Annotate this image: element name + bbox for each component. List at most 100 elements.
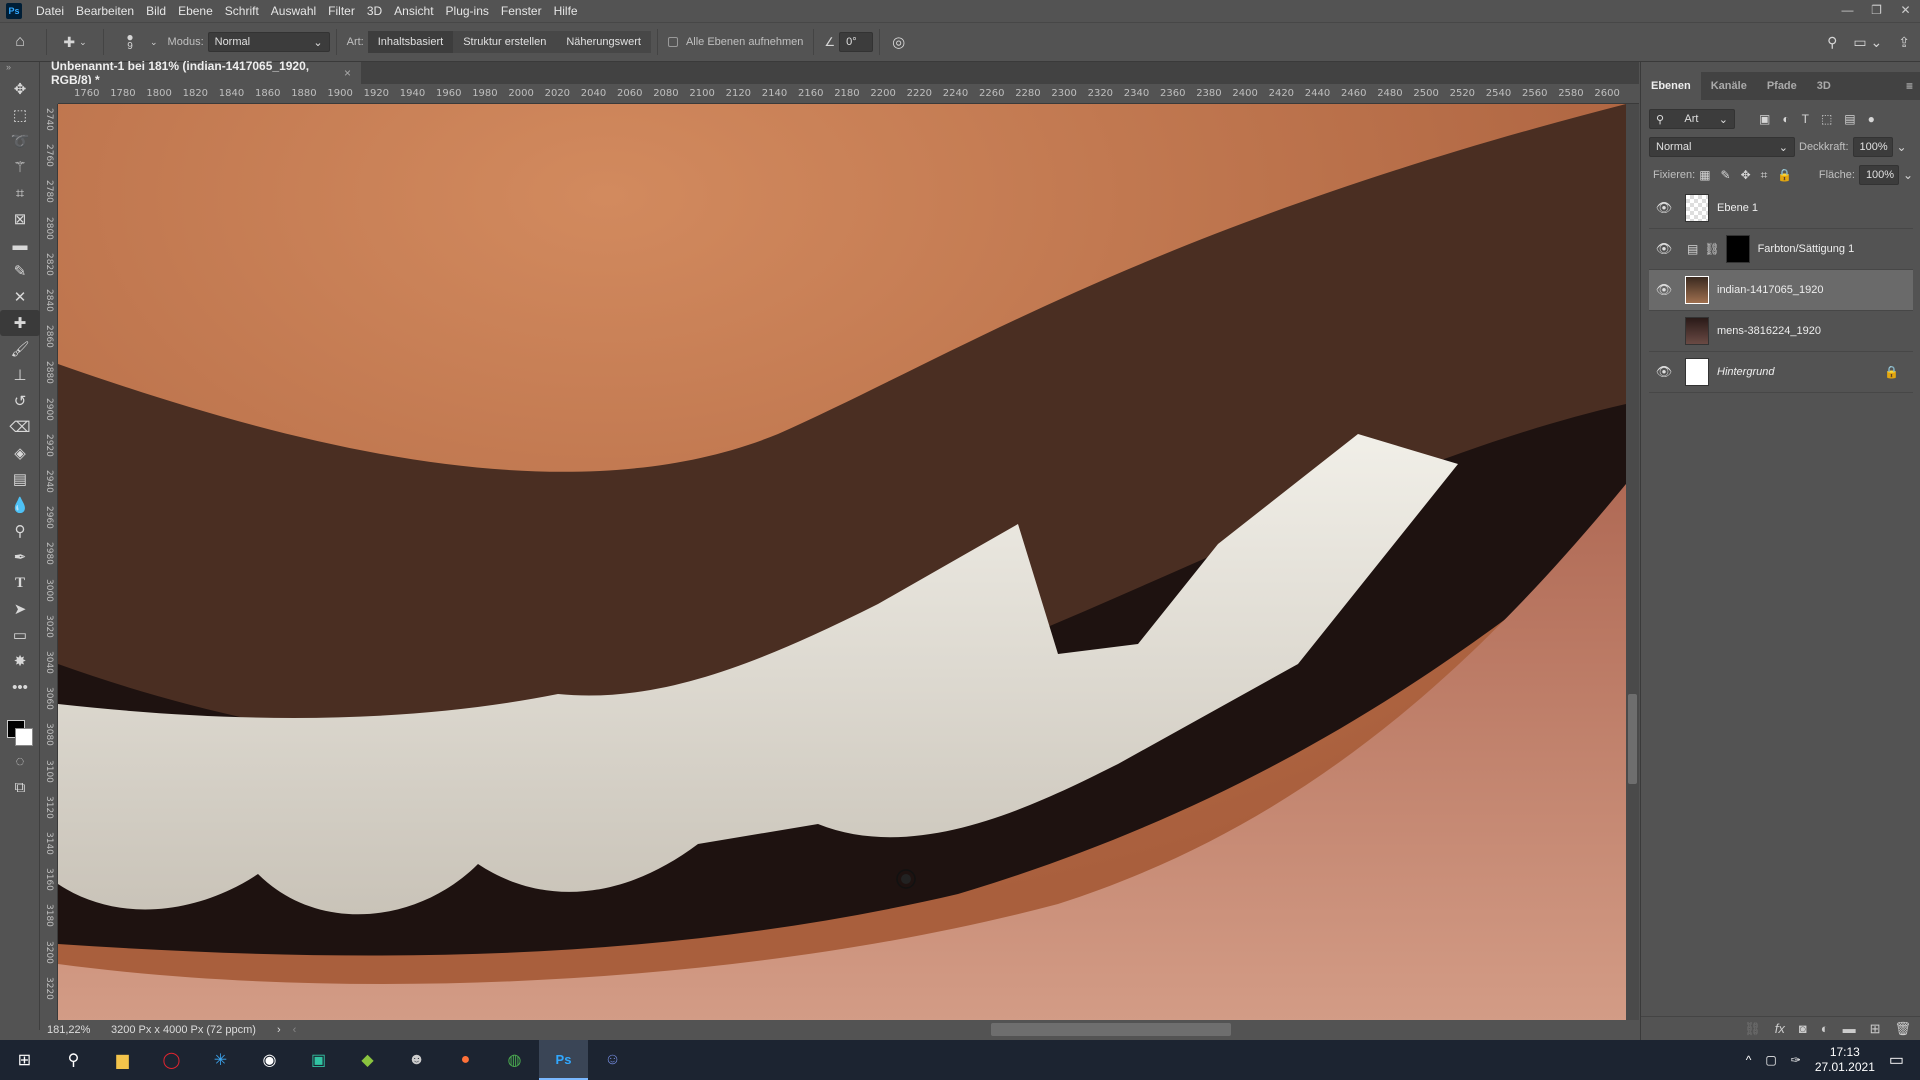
brush-size-picker[interactable]: ● 9 — [110, 31, 150, 52]
menu-datei[interactable]: Datei — [30, 4, 70, 18]
brush-tool-icon[interactable]: 🖌 — [0, 336, 40, 362]
filter-adjustment-icon[interactable]: ◐ — [1782, 112, 1789, 126]
canvas[interactable] — [58, 104, 1626, 1020]
battle-net-icon[interactable]: ✳ — [196, 1040, 245, 1080]
adjustment-icon[interactable]: ◐ — [1821, 1021, 1829, 1036]
zoom-level[interactable]: 181,22% — [41, 1024, 101, 1036]
menu-fenster[interactable]: Fenster — [495, 4, 548, 18]
fill-input[interactable]: 100% — [1858, 165, 1899, 185]
streamlabs-icon[interactable]: ▣ — [294, 1040, 343, 1080]
lock-pixels-icon[interactable]: ✎ — [1721, 168, 1731, 183]
move-tool-icon[interactable]: ✥ — [0, 76, 40, 102]
frame-tool-icon[interactable]: ⊠ — [0, 206, 40, 232]
layer-row[interactable]: 👁 ▤ ⛓ Farbton/Sättigung 1 — [1649, 229, 1913, 270]
document-tab[interactable]: Unbenannt-1 bei 181% (indian-1417065_192… — [41, 59, 361, 87]
more-tools-icon[interactable]: ••• — [0, 674, 40, 700]
spot-healing-brush-tool-icon[interactable]: ✚ — [0, 310, 40, 336]
filter-toggle[interactable]: ● — [1868, 112, 1875, 126]
menu-filter[interactable]: Filter — [322, 4, 361, 18]
vertical-scroll-thumb[interactable] — [1628, 694, 1637, 784]
lasso-tool-icon[interactable]: ➰ — [0, 128, 40, 154]
filter-type-icon[interactable]: T — [1802, 112, 1809, 126]
quick-mask-icon[interactable]: ◌ — [0, 748, 40, 774]
mask-link-icon[interactable]: ⛓ — [1704, 242, 1719, 256]
new-layer-icon[interactable]: ⊞ — [1870, 1021, 1881, 1037]
tool-preset-picker[interactable]: ✚ ⌄ — [53, 34, 97, 51]
meet-now-icon[interactable]: ▢ — [1765, 1053, 1776, 1067]
close-tab-icon[interactable]: × — [344, 66, 351, 80]
tab-3d[interactable]: 3D — [1807, 72, 1841, 100]
clone-stamp-tool-icon[interactable]: ⊥ — [0, 362, 40, 388]
chevron-down-icon[interactable]: ⌄ — [1903, 168, 1913, 182]
lock-artboard-icon[interactable]: ⌗ — [1761, 168, 1768, 183]
pressure-icon[interactable]: ◎ — [892, 33, 905, 51]
fx-icon[interactable]: fx — [1775, 1021, 1785, 1036]
lock-transparent-icon[interactable]: ▦ — [1699, 168, 1710, 183]
filter-shape-icon[interactable]: ⬚ — [1821, 112, 1832, 126]
file-explorer-icon[interactable]: ▆ — [98, 1040, 147, 1080]
share-icon[interactable]: ⇪ — [1898, 34, 1910, 51]
chevron-down-icon[interactable]: ⌄ — [1897, 140, 1907, 154]
voicemod-icon[interactable]: ☻ — [392, 1040, 441, 1080]
lock-all-icon[interactable]: 🔒 — [1777, 168, 1792, 183]
pen-icon[interactable]: ✑ — [1791, 1053, 1801, 1067]
ruler-tool-icon[interactable]: ▬ — [0, 232, 40, 258]
type-tool-icon[interactable]: T — [0, 570, 40, 596]
new-group-icon[interactable]: ▬ — [1843, 1021, 1856, 1036]
scroll-left-icon[interactable]: ‹ — [293, 1024, 297, 1036]
opacity-input[interactable]: 100% — [1852, 137, 1893, 157]
marquee-tool-icon[interactable]: ⬚ — [0, 102, 40, 128]
menu-ebene[interactable]: Ebene — [172, 4, 219, 18]
layer-row-selected[interactable]: 👁 indian-1417065_1920 — [1649, 270, 1913, 311]
status-expand-icon[interactable]: › — [277, 1024, 281, 1036]
minimize-button[interactable]: — — [1833, 0, 1862, 20]
gradient-tool-icon[interactable]: ▤ — [0, 466, 40, 492]
eyedropper-tool-icon[interactable]: ✎ — [0, 258, 40, 284]
tray-overflow-icon[interactable]: ^ — [1746, 1053, 1752, 1067]
visibility-eye-icon[interactable]: 👁 — [1649, 200, 1679, 216]
filter-smart-object-icon[interactable]: ▤ — [1844, 112, 1855, 126]
home-icon[interactable]: ⌂ — [0, 33, 40, 51]
color-swatches[interactable] — [0, 700, 39, 748]
chevron-down-icon[interactable]: ⌄ — [150, 37, 158, 48]
discord-icon[interactable]: ☺ — [588, 1040, 637, 1080]
menu-bearbeiten[interactable]: Bearbeiten — [70, 4, 140, 18]
angle-input[interactable]: 0° — [839, 32, 874, 52]
menu-auswahl[interactable]: Auswahl — [265, 4, 322, 18]
tab-ebenen[interactable]: Ebenen — [1641, 72, 1701, 100]
layer-row[interactable]: mens-3816224_1920 — [1649, 311, 1913, 352]
panel-menu-icon[interactable]: ≡ — [1906, 72, 1920, 100]
path-selection-tool-icon[interactable]: ➤ — [0, 596, 40, 622]
paint-bucket-tool-icon[interactable]: ◈ — [0, 440, 40, 466]
content-aware-move-tool-icon[interactable]: ✕ — [0, 284, 40, 310]
proximity-match-button[interactable]: Näherungswert — [556, 31, 651, 53]
restore-button[interactable]: ❐ — [1862, 0, 1891, 20]
blur-tool-icon[interactable]: 💧 — [0, 492, 40, 518]
content-aware-button[interactable]: Inhaltsbasiert — [367, 31, 454, 53]
clock[interactable]: 17:13 27.01.2021 — [1815, 1045, 1875, 1075]
dodge-tool-icon[interactable]: ⚲ — [0, 518, 40, 544]
magic-wand-tool-icon[interactable]: ⚚ — [0, 154, 40, 180]
horizontal-scroll-thumb[interactable] — [991, 1023, 1231, 1036]
firefox-icon[interactable]: ● — [441, 1040, 490, 1080]
search-icon[interactable]: ⚲ — [49, 1040, 98, 1080]
filter-pixel-icon[interactable]: ▣ — [1759, 112, 1770, 126]
delete-layer-icon[interactable]: 🗑 — [1894, 1021, 1911, 1037]
create-texture-button[interactable]: Struktur erstellen — [453, 31, 557, 53]
menu-bild[interactable]: Bild — [140, 4, 172, 18]
collapse-icon[interactable]: » — [0, 62, 39, 76]
menu-3d[interactable]: 3D — [361, 4, 388, 18]
workspace-icon[interactable]: ▭ ⌄ — [1853, 34, 1882, 51]
menu-plugins[interactable]: Plug-ins — [440, 4, 495, 18]
photoshop-taskbar-icon[interactable]: Ps — [539, 1040, 588, 1080]
menu-ansicht[interactable]: Ansicht — [388, 4, 439, 18]
bluestacks-icon[interactable]: ◆ — [343, 1040, 392, 1080]
search-icon[interactable]: ⚲ — [1827, 34, 1837, 51]
opera-icon[interactable]: ◯ — [147, 1040, 196, 1080]
lock-position-icon[interactable]: ✥ — [1741, 168, 1751, 183]
menu-schrift[interactable]: Schrift — [219, 4, 265, 18]
visibility-eye-icon[interactable]: 👁 — [1649, 364, 1679, 380]
mode-select[interactable]: Normal ⌄ — [207, 32, 330, 52]
screen-mode-icon[interactable]: ⧉ — [0, 774, 40, 800]
rectangle-tool-icon[interactable]: ▭ — [0, 622, 40, 648]
